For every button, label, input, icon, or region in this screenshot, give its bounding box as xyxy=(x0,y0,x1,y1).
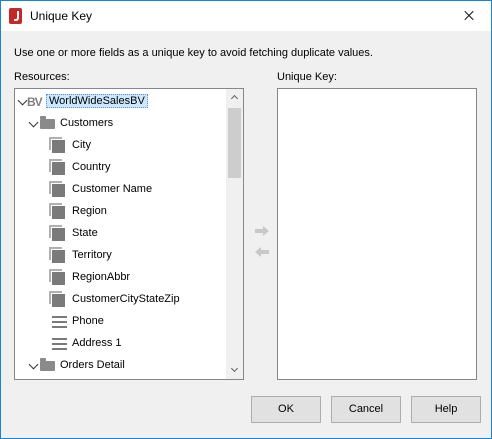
tree-item-label: Region xyxy=(72,205,107,217)
tree-item-address-1[interactable]: Address 1 xyxy=(15,333,225,355)
app-logo-icon xyxy=(9,8,22,24)
field-icon xyxy=(49,291,65,307)
field-icon xyxy=(49,137,65,153)
folder-icon xyxy=(40,358,55,371)
tree-item-state[interactable]: State xyxy=(15,223,225,245)
tree-item-label: State xyxy=(72,227,98,239)
tree-item-label: City xyxy=(72,139,91,151)
tree-item-customer-name[interactable]: Customer Name xyxy=(15,179,225,201)
tree-item-country[interactable]: Country xyxy=(15,157,225,179)
ok-button[interactable]: OK xyxy=(251,396,321,423)
resources-label: Resources: xyxy=(14,71,70,83)
tree-item-label: RegionAbbr xyxy=(72,271,131,283)
field-icon xyxy=(49,225,65,241)
tree-item-label: Country xyxy=(72,161,111,173)
text-field-icon xyxy=(52,316,67,328)
scroll-down-arrow-icon[interactable] xyxy=(226,362,243,379)
business-view-icon: BV xyxy=(27,95,43,109)
dialog-title: Unique Key xyxy=(30,9,93,23)
chevron-down-icon[interactable] xyxy=(28,117,39,128)
unique-key-list[interactable] xyxy=(277,88,477,380)
title-bar: Unique Key xyxy=(1,1,491,31)
tree-item-label: Orders Detail xyxy=(60,359,125,371)
tree-item-regionabbr[interactable]: RegionAbbr xyxy=(15,267,225,289)
close-button[interactable] xyxy=(446,1,491,31)
unique-key-label: Unique Key: xyxy=(277,71,337,83)
tree-item-label: CustomerCityStateZip xyxy=(72,293,180,305)
tree-item-region[interactable]: Region xyxy=(15,201,225,223)
tree-root-label: WorldWideSalesBV xyxy=(46,94,148,108)
help-button[interactable]: Help xyxy=(411,396,481,423)
field-icon xyxy=(49,159,65,175)
chevron-down-icon[interactable] xyxy=(28,359,39,370)
tree-scrollbar[interactable] xyxy=(226,89,243,379)
field-icon xyxy=(49,203,65,219)
chevron-down-icon[interactable] xyxy=(17,95,28,106)
folder-icon xyxy=(40,116,55,129)
tree-item-phone[interactable]: Phone xyxy=(15,311,225,333)
cancel-button[interactable]: Cancel xyxy=(331,396,401,423)
tree-item-customercitystatezip[interactable]: CustomerCityStateZip xyxy=(15,289,225,311)
tree-root-item[interactable]: BV WorldWideSalesBV xyxy=(15,91,225,113)
tree-item-orders-detail[interactable]: Orders Detail xyxy=(15,355,225,377)
tree-item-label: Customers xyxy=(60,117,114,129)
field-icon xyxy=(49,247,65,263)
tree-item-territory[interactable]: Territory xyxy=(15,245,225,267)
resources-tree[interactable]: BV WorldWideSalesBV Customers City Count… xyxy=(14,88,244,380)
text-field-icon xyxy=(52,338,67,350)
tree-item-label: Territory xyxy=(72,249,112,261)
description-text: Use one or more fields as a unique key t… xyxy=(14,47,373,59)
field-icon xyxy=(49,181,65,197)
add-to-key-button[interactable] xyxy=(255,226,269,236)
tree-item-label: Phone xyxy=(72,315,104,327)
tree-item-label: Address 1 xyxy=(72,337,122,349)
scroll-up-arrow-icon[interactable] xyxy=(226,89,243,106)
tree-item-city[interactable]: City xyxy=(15,135,225,157)
unique-key-dialog: Unique Key Use one or more fields as a u… xyxy=(0,0,492,439)
tree-item-customers[interactable]: Customers xyxy=(15,113,225,135)
tree-item-label: Customer Name xyxy=(72,183,153,195)
field-icon xyxy=(49,269,65,285)
remove-from-key-button[interactable] xyxy=(255,247,269,257)
scroll-thumb[interactable] xyxy=(228,108,241,178)
